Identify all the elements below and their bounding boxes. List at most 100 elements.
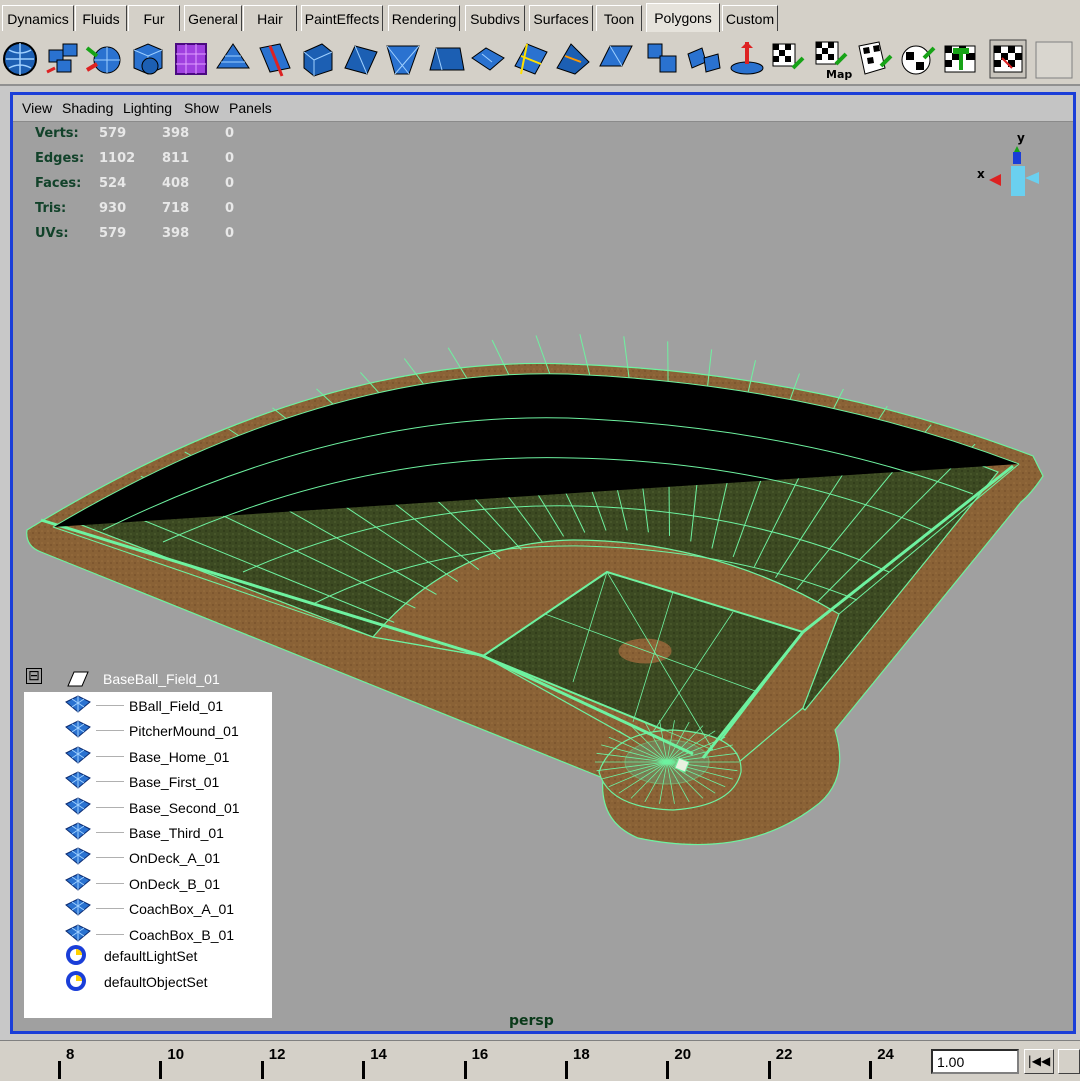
- tree-connector: [96, 857, 124, 859]
- cube-icon[interactable]: [128, 38, 168, 80]
- hud-faces-label: Faces:: [35, 176, 82, 191]
- outliner-item[interactable]: CoachBox_A_01: [129, 901, 234, 917]
- empty-slot-icon[interactable]: [1034, 38, 1074, 80]
- timeline-tick-label: 18: [573, 1046, 590, 1063]
- tree-connector: [96, 882, 124, 884]
- smooth-icon[interactable]: [553, 38, 593, 80]
- timeline-tick: [58, 1061, 61, 1079]
- extrude-icon[interactable]: [256, 38, 296, 80]
- menu-view[interactable]: View: [22, 100, 52, 116]
- poke-icon[interactable]: [727, 38, 767, 80]
- separate-icon[interactable]: [684, 38, 724, 80]
- current-time-field[interactable]: 1.00: [931, 1049, 1019, 1074]
- tree-connector: [96, 755, 124, 757]
- tab-painteffects[interactable]: PaintEffects: [301, 5, 383, 31]
- svg-text:Map: Map: [826, 68, 852, 80]
- tree-connector: [96, 908, 124, 910]
- object-set-icon: [66, 971, 86, 991]
- mesh-icon: [65, 695, 91, 713]
- outliner-item[interactable]: CoachBox_B_01: [129, 927, 234, 943]
- outliner-item-light-set[interactable]: defaultLightSet: [104, 948, 197, 964]
- torus-icon[interactable]: [213, 38, 253, 80]
- timeline-tick-label: 10: [167, 1046, 185, 1063]
- tree-connector: [96, 730, 124, 732]
- hud-tris-value: 718: [162, 201, 190, 216]
- tab-surfaces[interactable]: Surfaces: [529, 5, 593, 31]
- tab-polygons[interactable]: Polygons: [646, 3, 720, 32]
- split-icon[interactable]: [298, 38, 338, 80]
- uv-unfold-icon[interactable]: [855, 38, 895, 80]
- tab-fur[interactable]: Fur: [128, 5, 180, 31]
- outliner-item-object-set[interactable]: defaultObjectSet: [104, 974, 208, 990]
- hud-verts-value: 0: [225, 126, 235, 141]
- axis-y-label: y: [1017, 132, 1025, 145]
- uv-icon[interactable]: [769, 38, 809, 80]
- menu-show[interactable]: Show: [184, 100, 219, 116]
- tree-connector: [96, 832, 124, 833]
- hud-verts-value: 398: [162, 126, 190, 141]
- tab-hair[interactable]: Hair: [243, 5, 297, 31]
- cylinder-icon[interactable]: [85, 38, 125, 80]
- menu-panels[interactable]: Panels: [229, 100, 272, 116]
- tab-toon[interactable]: Toon: [596, 5, 642, 31]
- bridge-icon[interactable]: [468, 38, 508, 80]
- tab-dynamics[interactable]: Dynamics: [2, 5, 74, 31]
- menu-shading[interactable]: Shading: [62, 100, 113, 116]
- outliner-item[interactable]: Base_Home_01: [129, 749, 229, 765]
- timeline-tick-label: 14: [370, 1046, 387, 1063]
- outliner-item[interactable]: PitcherMound_01: [129, 723, 239, 739]
- merge-icon[interactable]: [511, 38, 551, 80]
- axis-x-label: x: [977, 167, 985, 181]
- outliner-item[interactable]: OnDeck_A_01: [129, 850, 220, 866]
- sphere-icon[interactable]: [0, 38, 40, 80]
- mesh-icon: [65, 873, 91, 891]
- timeline-tick-label: 16: [471, 1046, 489, 1063]
- hud-uvs-value: 0: [225, 226, 235, 241]
- mesh-icon: [65, 822, 91, 840]
- time-slider[interactable]: 8 10 12 14 16 18 20 22 24 1.00 |◀◀: [0, 1040, 1080, 1081]
- cube-icon[interactable]: [43, 38, 83, 80]
- timeline-tick: [159, 1061, 163, 1079]
- combine-icon[interactable]: [642, 38, 682, 80]
- mesh-icon: [65, 847, 91, 866]
- mirror-icon[interactable]: [596, 38, 636, 80]
- timeline-tick: [869, 1061, 873, 1079]
- outliner-root-row[interactable]: ⊟ BaseBall_Field_01: [24, 666, 272, 692]
- hud-uvs-value: 579: [99, 226, 127, 241]
- step-back-button[interactable]: [1058, 1049, 1080, 1074]
- hud-tris-value: 0: [225, 201, 235, 216]
- hud-edges-label: Edges:: [35, 151, 85, 166]
- timeline-tick-label: 24: [877, 1046, 894, 1063]
- mesh-icon: [65, 898, 91, 916]
- mesh-icon: [65, 771, 91, 789]
- tab-fluids[interactable]: Fluids: [75, 5, 127, 31]
- tab-rendering[interactable]: Rendering: [388, 5, 460, 31]
- mesh-icon: [65, 924, 91, 942]
- outliner-root-label[interactable]: BaseBall_Field_01: [103, 671, 220, 687]
- collapse-icon[interactable]: ⊟: [26, 668, 42, 684]
- checker-icon[interactable]: [988, 38, 1028, 80]
- outliner-item[interactable]: OnDeck_B_01: [129, 876, 220, 892]
- camera-name-label: persp: [509, 1013, 554, 1029]
- hud-verts-value: 579: [99, 126, 127, 141]
- uv-editor-icon[interactable]: [941, 38, 981, 80]
- tab-subdivs[interactable]: Subdivs: [465, 5, 525, 31]
- uv-map-icon[interactable]: Map: [812, 38, 852, 80]
- plane-icon[interactable]: [171, 38, 211, 80]
- tab-general[interactable]: General: [184, 5, 242, 31]
- append-icon[interactable]: [426, 38, 466, 80]
- tree-connector: [96, 933, 124, 935]
- rewind-button[interactable]: |◀◀: [1024, 1049, 1054, 1074]
- wedge-icon[interactable]: [383, 38, 423, 80]
- outliner-item[interactable]: Base_Second_01: [129, 800, 240, 816]
- timeline-tick: [260, 1061, 264, 1079]
- outliner-item[interactable]: Base_First_01: [129, 774, 219, 790]
- uv-layout-icon[interactable]: [898, 38, 938, 80]
- bevel-icon[interactable]: [341, 38, 381, 80]
- outliner-item[interactable]: Base_Third_01: [129, 825, 224, 841]
- menu-lighting[interactable]: Lighting: [123, 100, 172, 116]
- hud-faces-value: 524: [99, 176, 127, 191]
- outliner-item[interactable]: BBall_Field_01: [129, 698, 223, 714]
- light-set-icon: [66, 945, 86, 965]
- tab-custom[interactable]: Custom: [722, 5, 778, 31]
